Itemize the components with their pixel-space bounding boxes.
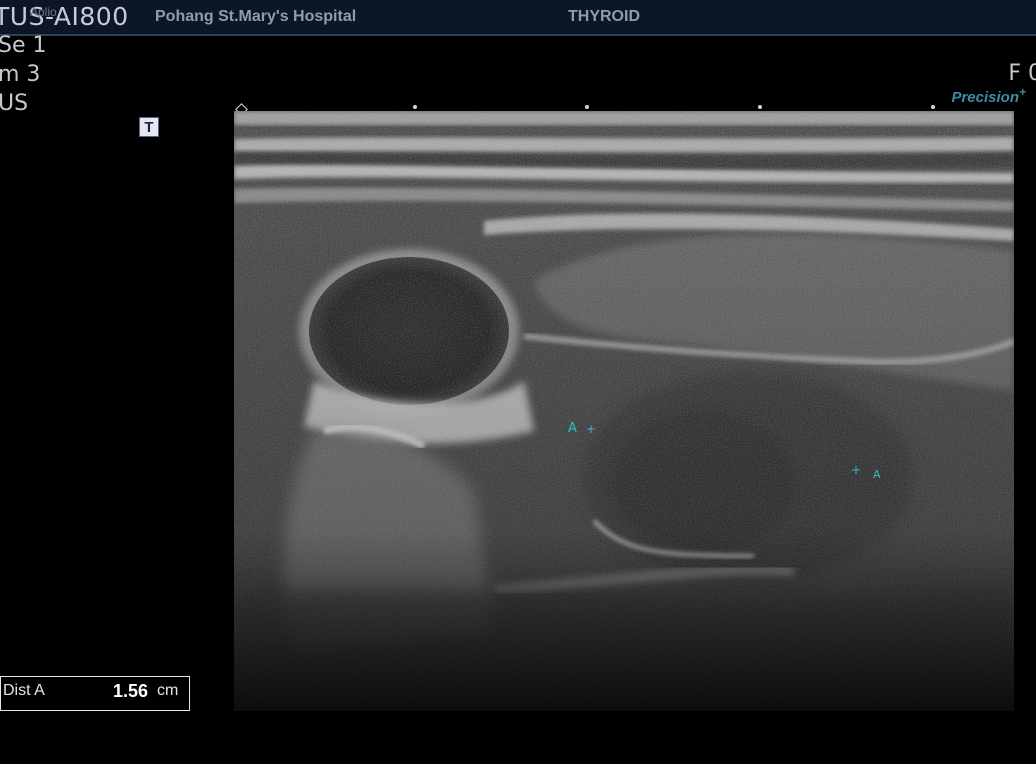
institution-label: Aplio	[30, 5, 57, 19]
caliper-cross-a-left-icon[interactable]: +	[586, 422, 596, 436]
measurement-unit: cm	[157, 682, 179, 699]
precision-label: Precision+	[951, 85, 1026, 106]
series-label: Se 1	[0, 33, 47, 58]
title-bar: TUS-AI800 Aplio Pohang St.Mary's Hospita…	[0, 0, 1036, 36]
measurement-box: Dist A 1.56 cm	[0, 676, 190, 711]
ultrasound-rendering	[234, 111, 1014, 711]
preset-name: THYROID	[568, 8, 640, 25]
frequency-label: F 0	[1008, 61, 1036, 86]
depth-scale-mark	[931, 105, 935, 109]
depth-scale-mark	[413, 105, 417, 109]
caliper-label-a-left: A	[568, 421, 577, 436]
image-number-label: m 3	[0, 62, 41, 87]
measurement-value: 1.56	[113, 681, 149, 701]
measurement-label: Dist A	[3, 682, 45, 699]
image-mode-badge[interactable]: T	[139, 117, 159, 137]
precision-suffix: +	[1018, 85, 1026, 99]
caliper-cross-a-right-icon[interactable]: +	[851, 463, 861, 477]
hospital-name: Pohang St.Mary's Hospital	[155, 8, 357, 25]
precision-text: Precision	[951, 89, 1019, 106]
caliper-label-a-right: A	[873, 468, 881, 481]
depth-scale-mark	[758, 105, 762, 109]
device-name: TUS-AI800	[0, 2, 129, 31]
modality-label: US	[0, 91, 29, 116]
ultrasound-image[interactable]	[234, 111, 1014, 711]
depth-scale-mark	[585, 105, 589, 109]
